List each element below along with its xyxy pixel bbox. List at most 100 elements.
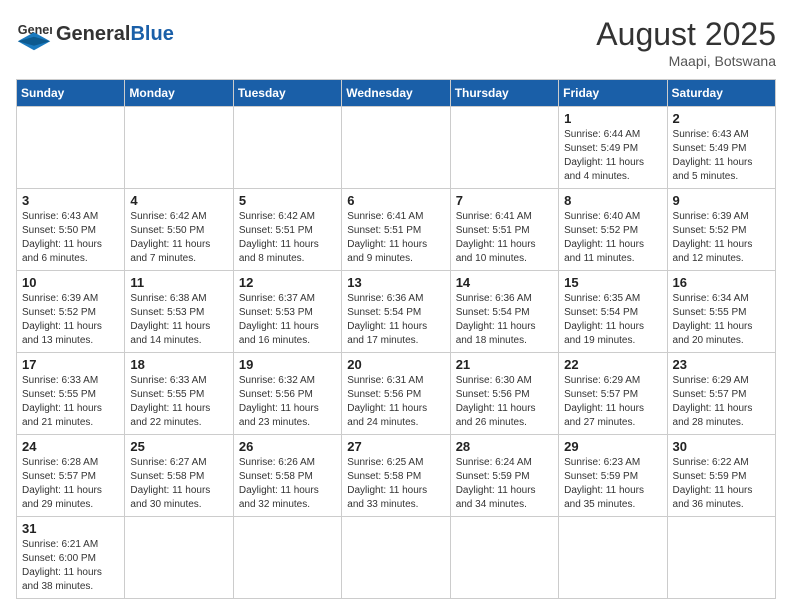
day-info: Sunrise: 6:37 AMSunset: 5:53 PMDaylight:… — [239, 292, 336, 348]
logo-icon: General — [16, 16, 52, 52]
day-info: Sunrise: 6:29 AMSunset: 5:57 PMDaylight:… — [673, 374, 770, 430]
day-info: Sunrise: 6:32 AMSunset: 5:56 PMDaylight:… — [239, 374, 336, 430]
day-number: 24 — [22, 439, 119, 454]
day-info: Sunrise: 6:34 AMSunset: 5:55 PMDaylight:… — [673, 292, 770, 348]
day-info: Sunrise: 6:40 AMSunset: 5:52 PMDaylight:… — [564, 210, 661, 266]
calendar: Sunday Monday Tuesday Wednesday Thursday… — [16, 79, 776, 599]
calendar-cell — [450, 517, 558, 599]
calendar-cell: 17Sunrise: 6:33 AMSunset: 5:55 PMDayligh… — [17, 353, 125, 435]
day-info: Sunrise: 6:31 AMSunset: 5:56 PMDaylight:… — [347, 374, 444, 430]
day-number: 20 — [347, 357, 444, 372]
calendar-cell — [450, 107, 558, 189]
day-number: 15 — [564, 275, 661, 290]
month-year: August 2025 — [596, 16, 776, 53]
logo: General GeneralBlue — [16, 16, 174, 52]
calendar-cell: 2 Sunrise: 6:43 AMSunset: 5:49 PMDaylight… — [667, 107, 775, 189]
calendar-cell: 10 Sunrise: 6:39 AMSunset: 5:52 PMDayligh… — [17, 271, 125, 353]
day-info: Sunrise: 6:36 AMSunset: 5:54 PMDaylight:… — [347, 292, 444, 348]
day-info: Sunrise: 6:24 AMSunset: 5:59 PMDaylight:… — [456, 456, 553, 512]
day-info: Sunrise: 6:25 AMSunset: 5:58 PMDaylight:… — [347, 456, 444, 512]
day-number: 30 — [673, 439, 770, 454]
calendar-cell: 5 Sunrise: 6:42 AMSunset: 5:51 PMDaylight… — [233, 189, 341, 271]
calendar-cell: 18Sunrise: 6:33 AMSunset: 5:55 PMDayligh… — [125, 353, 233, 435]
calendar-cell: 16Sunrise: 6:34 AMSunset: 5:55 PMDayligh… — [667, 271, 775, 353]
logo-general: General — [56, 23, 130, 45]
day-number: 29 — [564, 439, 661, 454]
day-number: 21 — [456, 357, 553, 372]
calendar-cell — [342, 517, 450, 599]
day-info: Sunrise: 6:43 AMSunset: 5:49 PMDaylight:… — [673, 128, 770, 184]
day-info: Sunrise: 6:41 AMSunset: 5:51 PMDaylight:… — [347, 210, 444, 266]
calendar-cell — [125, 517, 233, 599]
day-number: 9 — [673, 193, 770, 208]
col-sunday: Sunday — [17, 80, 125, 107]
calendar-week-0: 1Sunrise: 6:44 AMSunset: 5:49 PMDaylight… — [17, 107, 776, 189]
day-info: Sunrise: 6:26 AMSunset: 5:58 PMDaylight:… — [239, 456, 336, 512]
calendar-cell: 6 Sunrise: 6:41 AMSunset: 5:51 PMDaylight… — [342, 189, 450, 271]
calendar-cell: 21Sunrise: 6:30 AMSunset: 5:56 PMDayligh… — [450, 353, 558, 435]
day-info: Sunrise: 6:43 AMSunset: 5:50 PMDaylight:… — [22, 210, 119, 266]
calendar-cell — [17, 107, 125, 189]
day-info: Sunrise: 6:39 AMSunset: 5:52 PMDaylight:… — [22, 292, 119, 348]
day-number: 23 — [673, 357, 770, 372]
calendar-cell: 25 Sunrise: 6:27 AMSunset: 5:58 PMDayligh… — [125, 435, 233, 517]
day-number: 14 — [456, 275, 553, 290]
day-number: 28 — [456, 439, 553, 454]
col-thursday: Thursday — [450, 80, 558, 107]
day-number: 26 — [239, 439, 336, 454]
calendar-cell — [125, 107, 233, 189]
calendar-cell — [667, 517, 775, 599]
calendar-cell — [233, 517, 341, 599]
col-saturday: Saturday — [667, 80, 775, 107]
calendar-cell: 7Sunrise: 6:41 AMSunset: 5:51 PMDaylight… — [450, 189, 558, 271]
col-friday: Friday — [559, 80, 667, 107]
day-number: 17 — [22, 357, 119, 372]
logo-blue: Blue — [130, 23, 173, 45]
title-block: August 2025 Maapi, Botswana — [596, 16, 776, 69]
day-info: Sunrise: 6:29 AMSunset: 5:57 PMDaylight:… — [564, 374, 661, 430]
calendar-cell: 4Sunrise: 6:42 AMSunset: 5:50 PMDaylight… — [125, 189, 233, 271]
day-number: 10 — [22, 275, 119, 290]
calendar-cell: 23 Sunrise: 6:29 AMSunset: 5:57 PMDayligh… — [667, 353, 775, 435]
day-number: 27 — [347, 439, 444, 454]
day-number: 31 — [22, 521, 119, 536]
calendar-cell: 15Sunrise: 6:35 AMSunset: 5:54 PMDayligh… — [559, 271, 667, 353]
day-info: Sunrise: 6:27 AMSunset: 5:58 PMDaylight:… — [130, 456, 227, 512]
day-number: 22 — [564, 357, 661, 372]
calendar-header-row: Sunday Monday Tuesday Wednesday Thursday… — [17, 80, 776, 107]
col-wednesday: Wednesday — [342, 80, 450, 107]
day-info: Sunrise: 6:28 AMSunset: 5:57 PMDaylight:… — [22, 456, 119, 512]
day-number: 6 — [347, 193, 444, 208]
calendar-cell: 13Sunrise: 6:36 AMSunset: 5:54 PMDayligh… — [342, 271, 450, 353]
day-number: 3 — [22, 193, 119, 208]
day-info: Sunrise: 6:39 AMSunset: 5:52 PMDaylight:… — [673, 210, 770, 266]
calendar-cell: 3 Sunrise: 6:43 AMSunset: 5:50 PMDaylight… — [17, 189, 125, 271]
calendar-cell: 9 Sunrise: 6:39 AMSunset: 5:52 PMDaylight… — [667, 189, 775, 271]
day-number: 25 — [130, 439, 227, 454]
day-number: 7 — [456, 193, 553, 208]
calendar-cell: 30Sunrise: 6:22 AMSunset: 5:59 PMDayligh… — [667, 435, 775, 517]
calendar-week-3: 17 Sunrise: 6:33 AMSunset: 5:55 PMDayligh… — [17, 353, 776, 435]
day-number: 11 — [130, 275, 227, 290]
day-info: Sunrise: 6:33 AMSunset: 5:55 PMDaylight:… — [130, 374, 227, 430]
day-number: 8 — [564, 193, 661, 208]
calendar-cell: 27 Sunrise: 6:25 AMSunset: 5:58 PMDayligh… — [342, 435, 450, 517]
calendar-cell — [342, 107, 450, 189]
day-info: Sunrise: 6:21 AMSunset: 6:00 PMDaylight:… — [22, 538, 119, 594]
calendar-week-1: 3 Sunrise: 6:43 AMSunset: 5:50 PMDaylight… — [17, 189, 776, 271]
day-info: Sunrise: 6:23 AMSunset: 5:59 PMDaylight:… — [564, 456, 661, 512]
day-number: 4 — [130, 193, 227, 208]
calendar-cell — [233, 107, 341, 189]
day-info: Sunrise: 6:42 AMSunset: 5:51 PMDaylight:… — [239, 210, 336, 266]
location: Maapi, Botswana — [596, 53, 776, 69]
calendar-cell: 22 Sunrise: 6:29 AMSunset: 5:57 PMDayligh… — [559, 353, 667, 435]
calendar-cell: 14Sunrise: 6:36 AMSunset: 5:54 PMDayligh… — [450, 271, 558, 353]
page-header: General GeneralBlue August 2025 Maapi, B… — [16, 16, 776, 69]
day-number: 5 — [239, 193, 336, 208]
calendar-week-5: 31 Sunrise: 6:21 AMSunset: 6:00 PMDayligh… — [17, 517, 776, 599]
day-info: Sunrise: 6:38 AMSunset: 5:53 PMDaylight:… — [130, 292, 227, 348]
day-number: 19 — [239, 357, 336, 372]
day-number: 2 — [673, 111, 770, 126]
day-number: 12 — [239, 275, 336, 290]
calendar-cell: 26 Sunrise: 6:26 AMSunset: 5:58 PMDayligh… — [233, 435, 341, 517]
